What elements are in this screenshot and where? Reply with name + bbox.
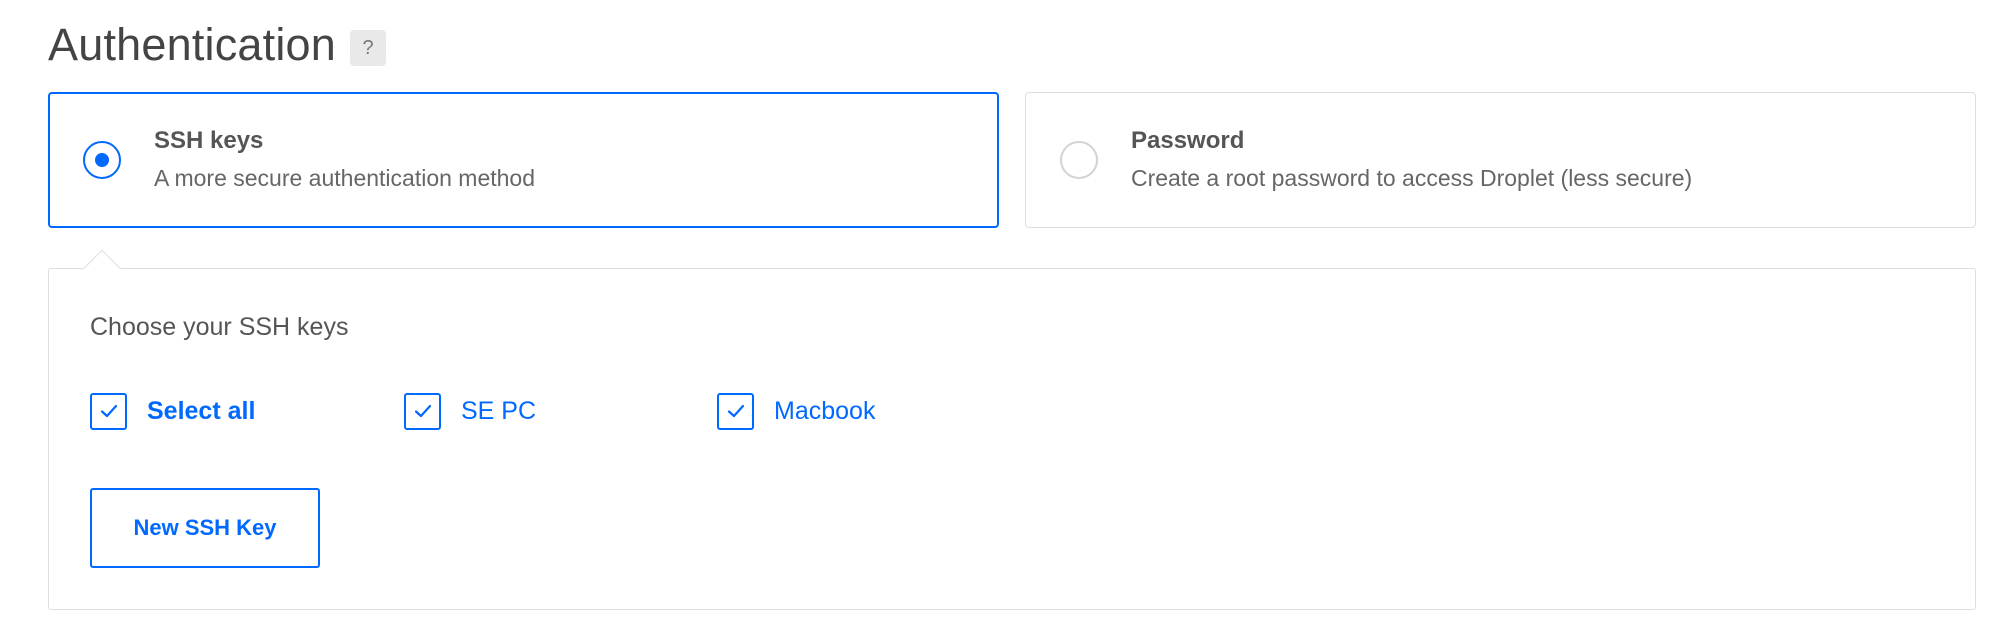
option-title: Password — [1131, 127, 1245, 154]
section-title: Authentication — [48, 19, 337, 70]
option-description: Create a root password to access Droplet… — [1131, 165, 1693, 191]
panel-label: Choose your SSH keys — [90, 313, 349, 341]
ssh-key-list: Select all SE PC Macbook — [90, 391, 990, 431]
ssh-key-checkbox-se-pc[interactable]: SE PC — [404, 391, 536, 431]
radio-dot — [95, 153, 109, 167]
checkmark-icon[interactable] — [717, 392, 754, 430]
select-all-checkbox[interactable]: Select all — [90, 391, 255, 431]
checkmark-icon[interactable] — [90, 392, 127, 430]
ssh-key-label[interactable]: SE PC — [461, 397, 536, 426]
checkmark-icon[interactable] — [404, 392, 441, 430]
ssh-key-label[interactable]: Macbook — [774, 397, 875, 426]
option-ssh-keys[interactable]: SSH keys A more secure authentication me… — [48, 92, 999, 228]
ssh-keys-panel: Choose your SSH keys Select all SE PC Ma… — [48, 249, 1976, 610]
select-all-label[interactable]: Select all — [147, 397, 255, 426]
radio-unselected-icon[interactable] — [1060, 141, 1098, 179]
help-icon[interactable]: ? — [350, 30, 387, 66]
panel-caret — [83, 249, 121, 287]
option-password[interactable]: Password Create a root password to acces… — [1025, 92, 1976, 228]
ssh-key-checkbox-macbook[interactable]: Macbook — [717, 391, 875, 431]
option-title: SSH keys — [154, 127, 264, 154]
section-header: Authentication ? — [48, 18, 387, 72]
new-ssh-key-button[interactable]: New SSH Key — [90, 488, 320, 568]
option-description: A more secure authentication method — [154, 165, 536, 191]
radio-selected-icon[interactable] — [83, 141, 121, 179]
